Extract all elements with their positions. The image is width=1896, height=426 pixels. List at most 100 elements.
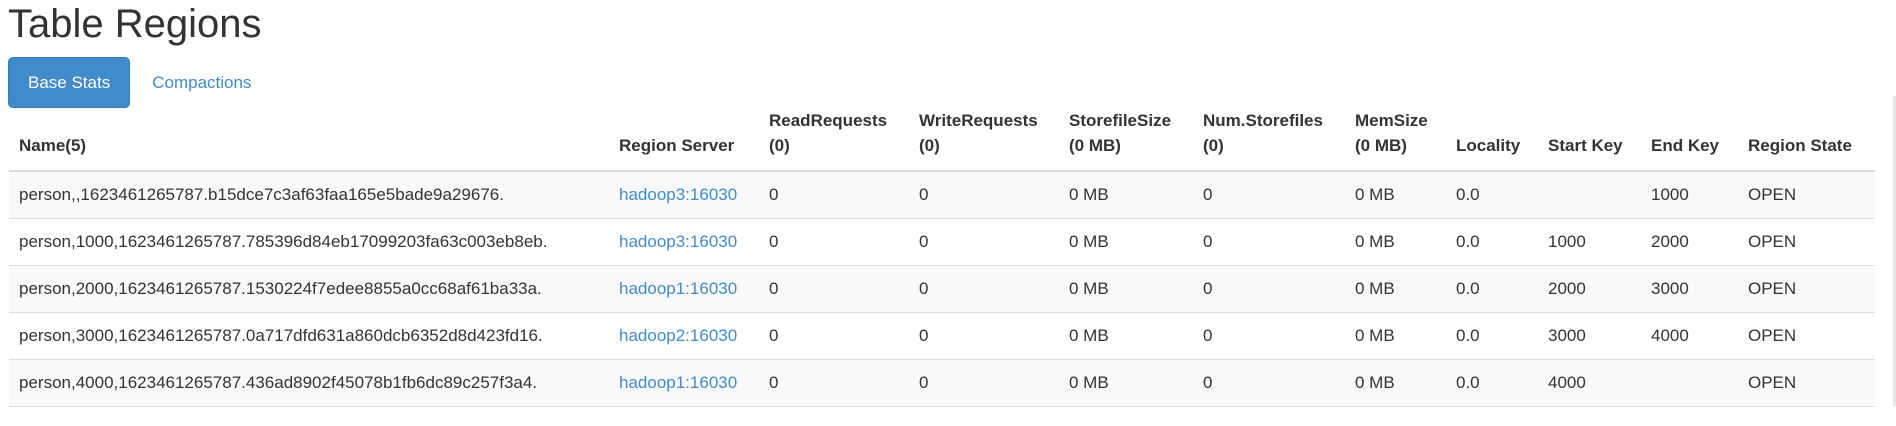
num-storefiles: 0 [1193, 265, 1345, 313]
header-write-requests-total: (0) [919, 136, 940, 155]
header-region-server[interactable]: Region Server [609, 108, 759, 172]
header-name-label: Name(5) [19, 136, 87, 155]
header-write-requests-label: WriteRequests [919, 111, 1038, 130]
region-name: person,3000,1623461265787.0a717dfd631a86… [9, 312, 609, 360]
locality: 0.0 [1446, 312, 1538, 360]
num-storefiles: 0 [1193, 170, 1345, 219]
end-key: 3000 [1641, 265, 1738, 313]
header-memsize-total: (0 MB) [1355, 136, 1407, 155]
memsize: 0 MB [1345, 312, 1446, 360]
region-server-cell: hadoop3:16030 [609, 218, 759, 266]
header-read-requests-total: (0) [769, 136, 790, 155]
read-requests: 0 [759, 218, 909, 266]
storefile-size: 0 MB [1059, 218, 1193, 266]
locality: 0.0 [1446, 170, 1538, 219]
start-key: 1000 [1538, 218, 1641, 266]
table-header: Name(5) Region Server ReadRequests (0) Wr… [9, 108, 1875, 172]
region-server-link[interactable]: hadoop1:16030 [619, 279, 737, 298]
tab-base-stats[interactable]: Base Stats [8, 57, 131, 108]
tab-compactions[interactable]: Compactions [134, 57, 269, 108]
table-row: person,1000,1623461265787.785396d84eb170… [9, 218, 1875, 266]
tab-bar: Base Stats Compactions [8, 57, 269, 108]
header-end-key-label: End Key [1651, 136, 1720, 155]
read-requests: 0 [759, 265, 909, 313]
header-start-key-label: Start Key [1548, 136, 1623, 155]
header-region-state-label: Region State [1748, 136, 1852, 155]
region-server-link[interactable]: hadoop1:16030 [619, 373, 737, 392]
region-name: person,2000,1623461265787.1530224f7edee8… [9, 265, 609, 313]
start-key: 4000 [1538, 359, 1641, 407]
write-requests: 0 [909, 170, 1059, 219]
region-state: OPEN [1738, 312, 1875, 360]
table-row: person,,1623461265787.b15dce7c3af63faa16… [9, 170, 1875, 219]
header-name[interactable]: Name(5) [9, 108, 609, 172]
table-row: person,4000,1623461265787.436ad8902f4507… [9, 359, 1875, 407]
locality: 0.0 [1446, 359, 1538, 407]
header-storefile-size[interactable]: StorefileSize (0 MB) [1059, 108, 1193, 172]
num-storefiles: 0 [1193, 359, 1345, 407]
start-key [1538, 170, 1641, 219]
start-key: 3000 [1538, 312, 1641, 360]
read-requests: 0 [759, 312, 909, 360]
header-memsize[interactable]: MemSize (0 MB) [1345, 108, 1446, 172]
region-state: OPEN [1738, 170, 1875, 219]
header-read-requests[interactable]: ReadRequests (0) [759, 108, 909, 172]
header-num-storefiles[interactable]: Num.Storefiles (0) [1193, 108, 1345, 172]
table-row: person,2000,1623461265787.1530224f7edee8… [9, 265, 1875, 313]
storefile-size: 0 MB [1059, 312, 1193, 360]
locality: 0.0 [1446, 218, 1538, 266]
write-requests: 0 [909, 265, 1059, 313]
read-requests: 0 [759, 359, 909, 407]
header-locality[interactable]: Locality [1446, 108, 1538, 172]
header-num-storefiles-label: Num.Storefiles [1203, 111, 1323, 130]
region-server-cell: hadoop2:16030 [609, 312, 759, 360]
table-body: person,,1623461265787.b15dce7c3af63faa16… [9, 170, 1875, 407]
header-storefile-size-total: (0 MB) [1069, 136, 1121, 155]
header-num-storefiles-total: (0) [1203, 136, 1224, 155]
region-name: person,,1623461265787.b15dce7c3af63faa16… [9, 170, 609, 219]
region-name: person,1000,1623461265787.785396d84eb170… [9, 218, 609, 266]
end-key: 4000 [1641, 312, 1738, 360]
region-server-link[interactable]: hadoop3:16030 [619, 185, 737, 204]
memsize: 0 MB [1345, 218, 1446, 266]
page: Table Regions Base Stats Compactions Nam… [0, 0, 1896, 426]
end-key [1641, 359, 1738, 407]
header-region-server-label: Region Server [619, 136, 735, 155]
regions-table-container: Name(5) Region Server ReadRequests (0) Wr… [9, 108, 1875, 407]
storefile-size: 0 MB [1059, 359, 1193, 407]
write-requests: 0 [909, 218, 1059, 266]
header-region-state[interactable]: Region State [1738, 108, 1875, 172]
header-row: Name(5) Region Server ReadRequests (0) Wr… [9, 108, 1875, 172]
num-storefiles: 0 [1193, 218, 1345, 266]
table-row: person,3000,1623461265787.0a717dfd631a86… [9, 312, 1875, 360]
end-key: 1000 [1641, 170, 1738, 219]
region-state: OPEN [1738, 265, 1875, 313]
header-start-key[interactable]: Start Key [1538, 108, 1641, 172]
write-requests: 0 [909, 359, 1059, 407]
header-write-requests[interactable]: WriteRequests (0) [909, 108, 1059, 172]
region-server-cell: hadoop3:16030 [609, 170, 759, 219]
region-state: OPEN [1738, 218, 1875, 266]
read-requests: 0 [759, 170, 909, 219]
end-key: 2000 [1641, 218, 1738, 266]
region-server-link[interactable]: hadoop3:16030 [619, 232, 737, 251]
storefile-size: 0 MB [1059, 170, 1193, 219]
page-title: Table Regions [8, 2, 262, 46]
storefile-size: 0 MB [1059, 265, 1193, 313]
header-memsize-label: MemSize [1355, 111, 1428, 130]
memsize: 0 MB [1345, 170, 1446, 219]
region-name: person,4000,1623461265787.436ad8902f4507… [9, 359, 609, 407]
write-requests: 0 [909, 312, 1059, 360]
region-server-cell: hadoop1:16030 [609, 265, 759, 313]
region-server-link[interactable]: hadoop2:16030 [619, 326, 737, 345]
header-storefile-size-label: StorefileSize [1069, 111, 1172, 130]
region-server-cell: hadoop1:16030 [609, 359, 759, 407]
header-read-requests-label: ReadRequests [769, 111, 888, 130]
header-end-key[interactable]: End Key [1641, 108, 1738, 172]
num-storefiles: 0 [1193, 312, 1345, 360]
regions-table: Name(5) Region Server ReadRequests (0) Wr… [9, 108, 1875, 407]
locality: 0.0 [1446, 265, 1538, 313]
memsize: 0 MB [1345, 265, 1446, 313]
start-key: 2000 [1538, 265, 1641, 313]
region-state: OPEN [1738, 359, 1875, 407]
